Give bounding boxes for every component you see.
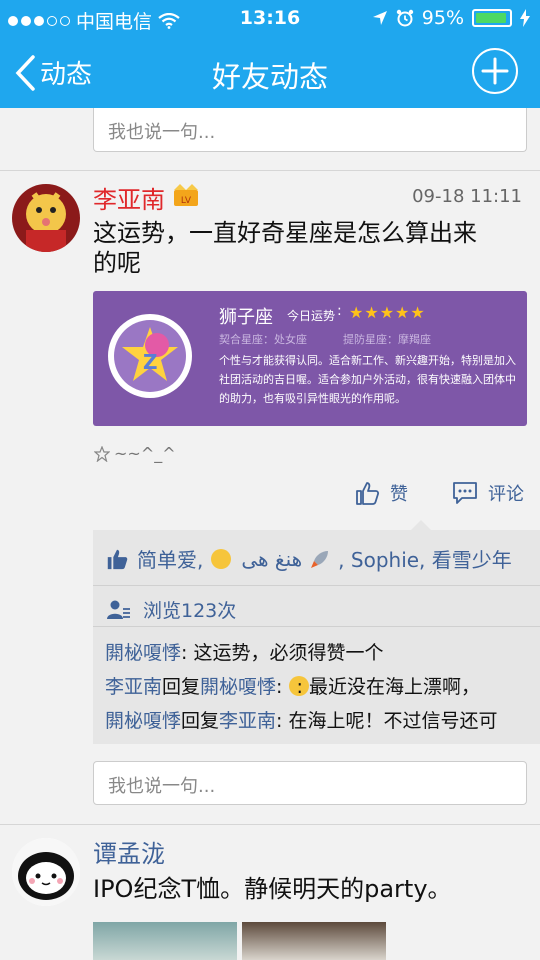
page-title: 好友动态 [211,60,328,94]
svg-text:Z: Z [143,350,158,374]
thumbs-up-filled-icon [107,549,128,569]
comment-input[interactable]: 我也说一句... [93,761,527,805]
vip-badge-icon: LV [174,184,198,206]
comment-icon [453,482,477,504]
reply-verb: 回复 [181,710,220,732]
author-name[interactable]: 谭孟泷 [93,834,165,869]
reply-item[interactable]: 閞柲嗄悸: 这运势，必须得赞一个 [105,638,383,665]
post-text: IPO纪念T恤。静候明天的party。 [93,875,452,903]
reply-user[interactable]: 李亚南 [105,676,162,698]
post-tag: ~~^_^ [94,444,176,463]
horoscope-card[interactable]: Z 狮子座 今日运势 : ★★★★★ 契合星座：处女座 提防星座：摩羯座 个性与… [93,291,527,426]
liker-names-tail[interactable]: , Sophie, 看雪少年 [338,544,512,573]
reply-text: : 在海上呢！不过信号还可 [276,710,498,732]
comment-button[interactable]: 评论 [452,480,524,506]
today-fortune-label: 今日运势 [287,309,336,323]
divider [0,170,540,171]
horoscope-description: 个性与才能获得认同。适合新工作、新兴趣开始，特别是加入社团活动的吉日喔。适合参加… [219,354,516,405]
location-icon [372,11,387,25]
plus-icon [481,57,509,85]
leo-sign-icon: Z [108,314,192,398]
tag-text: ~~^_^ [114,444,176,463]
colon: : [337,303,342,319]
reply-text: : 最近没在海上漂啊， [296,676,480,698]
thumbs-up-icon [356,482,380,505]
colon-text: : [276,676,289,698]
post-photo[interactable] [93,922,237,960]
reply-verb: 回复 [162,676,201,698]
view-count-label: 浏览123次 [143,600,237,622]
reply-target-user[interactable]: 閞柲嗄悸 [200,676,276,698]
post-time: 09-18 11:11 [412,186,522,207]
comment-label: 评论 [488,484,524,505]
author-name[interactable]: 李亚南 [93,180,165,215]
avatar[interactable] [12,838,80,906]
reply-user[interactable]: 閞柲嗄悸 [105,642,181,664]
guard-sign: 提防星座：摩羯座 [343,333,431,346]
horoscope-sign: 狮子座 [219,307,273,328]
like-button[interactable]: 赞 [354,480,408,506]
battery-percent: 95% [421,7,464,29]
charging-icon [520,9,530,27]
reply-item[interactable]: 閞柲嗄悸回复李亚南: 在海上呢！不过信号还可 [105,706,498,733]
post-photo[interactable] [242,922,386,960]
match-sign: 契合星座：处女座 [219,333,307,346]
rating-stars: ★★★★★ [349,303,426,322]
interaction-panel: 简单爱, هنغ هى , Sophie, 看雪少年 浏览123次 閞柲嗄悸: … [93,520,540,744]
status-right: 95% [372,7,530,29]
comment-placeholder: 我也说一句... [108,122,216,143]
rocket-icon [311,550,329,568]
grin-emoji-icon [211,548,232,569]
svg-text:LV: LV [181,196,192,206]
liker-name[interactable]: 简单爱, [137,544,203,573]
divider [0,824,540,825]
like-label: 赞 [390,484,408,505]
comment-placeholder: 我也说一句... [108,776,216,797]
avatar[interactable] [12,184,80,252]
alarm-icon [396,9,413,27]
post-text: 这运势，一直好奇星座是怎么算出来 的呢 [93,218,513,278]
reply-text: : 这运势，必须得赞一个 [181,642,384,664]
like-list: 简单爱, هنغ هى , Sophie, 看雪少年 [105,544,512,573]
battery-icon [472,9,512,27]
reply-user[interactable]: 閞柲嗄悸 [105,710,181,732]
nav-bar: 动态 好友动态 [0,36,540,108]
view-count: 浏览123次 [107,596,236,623]
comment-input[interactable]: 我也说一句... [93,108,527,152]
status-bar: 中国电信 13:16 95% [0,0,540,36]
post-text-line: 这运势，一直好奇星座是怎么算出来 [93,219,477,247]
star-outline-icon [94,445,110,462]
liker-name[interactable]: هنغ هى [241,547,302,571]
add-button[interactable] [472,48,518,94]
post-text-line: 的呢 [93,249,141,277]
views-people-icon [107,600,130,619]
reply-target-user[interactable]: 李亚南 [219,710,276,732]
reply-item[interactable]: 李亚南回复閞柲嗄悸: : 最近没在海上漂啊， [105,672,480,699]
